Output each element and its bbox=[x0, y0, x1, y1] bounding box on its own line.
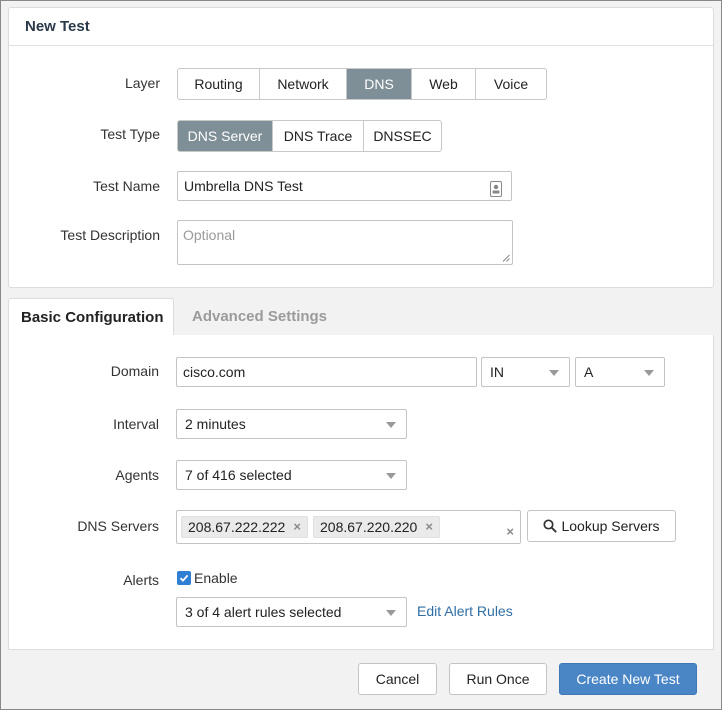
domain-input[interactable]: cisco.com bbox=[176, 357, 477, 387]
layer-option-voice[interactable]: Voice bbox=[476, 69, 546, 99]
alerts-label: Alerts bbox=[123, 572, 159, 588]
domain-class-select[interactable]: IN bbox=[481, 357, 570, 387]
interval-value: 2 minutes bbox=[185, 416, 246, 432]
create-new-test-button[interactable]: Create New Test bbox=[559, 663, 697, 695]
test-type-selector: DNS Server DNS Trace DNSSEC bbox=[177, 120, 442, 152]
card-title: New Test bbox=[9, 8, 713, 46]
chevron-down-icon bbox=[386, 473, 396, 479]
dns-server-tag: 208.67.222.222 × bbox=[181, 516, 308, 538]
layer-option-network[interactable]: Network bbox=[260, 69, 347, 99]
lookup-servers-button[interactable]: Lookup Servers bbox=[527, 510, 676, 542]
domain-class-value: IN bbox=[490, 364, 504, 380]
test-name-value: Umbrella DNS Test bbox=[184, 178, 303, 194]
test-name-input[interactable]: Umbrella DNS Test bbox=[177, 171, 512, 201]
agents-label: Agents bbox=[115, 467, 159, 483]
dns-server-value: 208.67.220.220 bbox=[320, 519, 418, 535]
dns-servers-input[interactable]: 208.67.222.222 × 208.67.220.220 × × bbox=[176, 510, 521, 544]
contact-card-icon[interactable] bbox=[490, 178, 502, 206]
test-description-label: Test Description bbox=[60, 227, 160, 243]
chevron-down-icon bbox=[386, 610, 396, 616]
dns-server-tag: 208.67.220.220 × bbox=[313, 516, 440, 538]
clear-all-icon[interactable]: × bbox=[506, 518, 514, 546]
agents-value: 7 of 416 selected bbox=[185, 467, 292, 483]
test-type-option-dns-server[interactable]: DNS Server bbox=[178, 121, 273, 151]
layer-option-routing[interactable]: Routing bbox=[178, 69, 260, 99]
remove-icon[interactable]: × bbox=[293, 517, 301, 537]
domain-label: Domain bbox=[110, 363, 159, 379]
chevron-down-icon bbox=[386, 422, 396, 428]
cancel-button[interactable]: Cancel bbox=[358, 663, 437, 695]
dns-servers-label: DNS Servers bbox=[77, 518, 159, 534]
search-icon bbox=[543, 519, 558, 533]
test-type-option-dnssec[interactable]: DNSSEC bbox=[364, 121, 441, 151]
record-type-select[interactable]: A bbox=[575, 357, 665, 387]
test-type-option-dns-trace[interactable]: DNS Trace bbox=[273, 121, 364, 151]
new-test-dialog: New Test Layer Routing Network DNS Web V… bbox=[0, 0, 722, 710]
tab-advanced-settings[interactable]: Advanced Settings bbox=[192, 298, 352, 336]
test-description-placeholder: Optional bbox=[183, 227, 236, 243]
edit-alert-rules-link[interactable]: Edit Alert Rules bbox=[417, 603, 513, 619]
resize-handle-icon[interactable] bbox=[502, 254, 510, 262]
run-once-button[interactable]: Run Once bbox=[449, 663, 547, 695]
enable-alerts-checkbox[interactable] bbox=[177, 571, 191, 585]
lookup-servers-label: Lookup Servers bbox=[561, 518, 660, 534]
configuration-tabs: Basic Configuration Advanced Settings Do… bbox=[8, 298, 714, 650]
alert-rules-value: 3 of 4 alert rules selected bbox=[185, 604, 342, 620]
interval-label: Interval bbox=[113, 416, 159, 432]
test-description-input[interactable]: Optional bbox=[177, 220, 513, 265]
test-type-label: Test Type bbox=[100, 126, 160, 142]
domain-value: cisco.com bbox=[183, 364, 246, 380]
chevron-down-icon bbox=[549, 370, 559, 376]
checkmark-icon bbox=[179, 574, 189, 582]
layer-label: Layer bbox=[124, 75, 160, 91]
basic-configuration-panel: Domain cisco.com IN A Interval 2 minutes… bbox=[8, 335, 714, 650]
new-test-card: New Test Layer Routing Network DNS Web V… bbox=[8, 7, 714, 288]
remove-icon[interactable]: × bbox=[425, 517, 433, 537]
layer-selector: Routing Network DNS Web Voice bbox=[177, 68, 547, 100]
record-type-value: A bbox=[584, 364, 594, 380]
test-name-label: Test Name bbox=[93, 178, 160, 194]
interval-select[interactable]: 2 minutes bbox=[176, 409, 407, 439]
agents-select[interactable]: 7 of 416 selected bbox=[176, 460, 407, 490]
dns-server-value: 208.67.222.222 bbox=[188, 519, 286, 535]
alert-rules-select[interactable]: 3 of 4 alert rules selected bbox=[176, 597, 407, 627]
tab-basic-configuration[interactable]: Basic Configuration bbox=[8, 298, 174, 336]
chevron-down-icon bbox=[644, 370, 654, 376]
layer-option-dns[interactable]: DNS bbox=[347, 69, 412, 99]
dialog-footer: Cancel Run Once Create New Test bbox=[1, 653, 721, 709]
layer-option-web[interactable]: Web bbox=[412, 69, 476, 99]
enable-alerts-label[interactable]: Enable bbox=[194, 570, 238, 586]
